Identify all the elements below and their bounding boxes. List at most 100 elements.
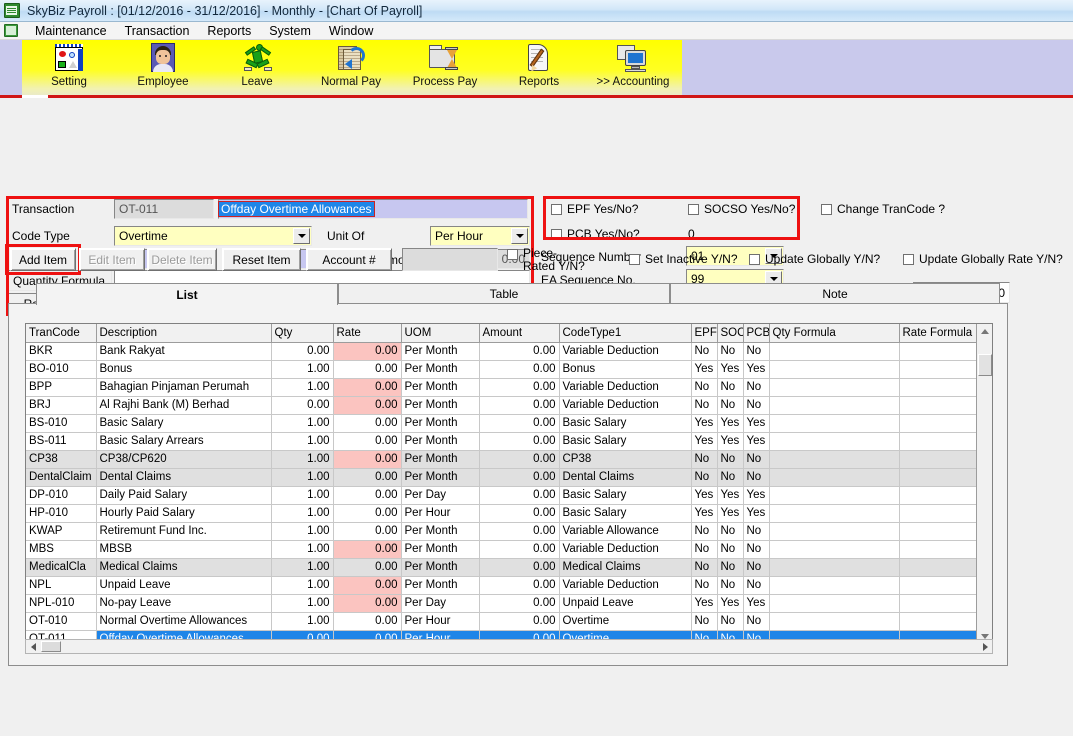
cell-rate[interactable]: 0.00 <box>333 360 402 379</box>
cell-qty_formula[interactable] <box>769 504 900 523</box>
cell-qty_formula[interactable] <box>769 486 900 505</box>
cell-pcb[interactable]: Yes <box>743 486 770 505</box>
cell-amount[interactable]: 0.00 <box>479 468 560 487</box>
cell-soc[interactable]: No <box>717 612 744 631</box>
cell-description[interactable]: Basic Salary Arrears <box>96 432 272 451</box>
column-header-qty-formula[interactable]: Qty Formula <box>769 324 900 343</box>
cell-rate[interactable]: 0.00 <box>333 432 402 451</box>
cell-rate[interactable]: 0.00 <box>333 576 402 595</box>
socso-checkbox-row[interactable]: SOCSO Yes/No? <box>688 202 795 216</box>
cell-qty[interactable]: 1.00 <box>271 522 334 541</box>
edit-item-button[interactable]: Edit Item <box>79 248 145 271</box>
cell-soc[interactable]: Yes <box>717 360 744 379</box>
cell-description[interactable]: Bahagian Pinjaman Perumah <box>96 378 272 397</box>
socso-checkbox[interactable] <box>688 203 699 215</box>
cell-trancode[interactable]: HP-010 <box>26 504 97 523</box>
cell-codetype1[interactable]: CP38 <box>559 450 692 469</box>
cell-rate[interactable]: 0.00 <box>333 378 402 397</box>
cell-rate_formula[interactable] <box>899 576 978 595</box>
cell-qty_formula[interactable] <box>769 558 900 577</box>
cell-pcb[interactable]: No <box>743 378 770 397</box>
column-header-description[interactable]: Description <box>96 324 272 343</box>
transaction-code-field[interactable]: OT-011 <box>114 199 214 219</box>
cell-codetype1[interactable]: Unpaid Leave <box>559 594 692 613</box>
cell-rate[interactable]: 0.00 <box>333 450 402 469</box>
cell-soc[interactable]: No <box>717 378 744 397</box>
cell-epf[interactable]: No <box>691 378 718 397</box>
table-row[interactable]: NPL-010 No-pay Leave 1.00 0.00 Per Day 0.00 Un… <box>26 594 978 613</box>
cell-codetype1[interactable]: Dental Claims <box>559 468 692 487</box>
cell-qty[interactable]: 1.00 <box>271 414 334 433</box>
cell-description[interactable]: Bank Rakyat <box>96 342 272 361</box>
cell-epf[interactable]: Yes <box>691 504 718 523</box>
cell-pcb[interactable]: No <box>743 468 770 487</box>
table-row[interactable]: OT-010 Normal Overtime Allowances 1.00 0.00… <box>26 612 978 631</box>
cell-qty_formula[interactable] <box>769 522 900 541</box>
cell-soc[interactable]: No <box>717 468 744 487</box>
cell-rate[interactable]: 0.00 <box>333 396 402 415</box>
cell-rate[interactable]: 0.00 <box>333 522 402 541</box>
cell-description[interactable]: Retiremunt Fund Inc. <box>96 522 272 541</box>
scroll-left-arrow-icon[interactable] <box>26 640 40 653</box>
cell-qty_formula[interactable] <box>769 468 900 487</box>
table-row[interactable]: CP38 CP38/CP620 1.00 0.00 Per Month 0.00 CP38 N… <box>26 450 978 469</box>
cell-codetype1[interactable]: Variable Deduction <box>559 396 692 415</box>
cell-uom[interactable]: Per Month <box>401 576 480 595</box>
cell-rate_formula[interactable] <box>899 450 978 469</box>
toolbar-button-employee[interactable]: Employee <box>116 40 210 95</box>
table-row[interactable]: BKR Bank Rakyat 0.00 0.00 Per Month 0.00 Varia… <box>26 342 978 361</box>
cell-amount[interactable]: 0.00 <box>479 504 560 523</box>
cell-epf[interactable]: No <box>691 522 718 541</box>
cell-uom[interactable]: Per Month <box>401 342 480 361</box>
cell-qty_formula[interactable] <box>769 594 900 613</box>
tab-list[interactable]: List <box>36 283 338 305</box>
cell-codetype1[interactable]: Variable Deduction <box>559 540 692 559</box>
column-header-amount[interactable]: Amount <box>479 324 560 343</box>
grid-vertical-scrollbar[interactable] <box>976 324 992 642</box>
cell-amount[interactable]: 0.00 <box>479 576 560 595</box>
cell-soc[interactable]: Yes <box>717 504 744 523</box>
cell-rate_formula[interactable] <box>899 342 978 361</box>
cell-amount[interactable]: 0.00 <box>479 342 560 361</box>
cell-qty[interactable]: 1.00 <box>271 540 334 559</box>
cell-qty[interactable]: 1.00 <box>271 486 334 505</box>
cell-rate_formula[interactable] <box>899 414 978 433</box>
cell-codetype1[interactable]: Basic Salary <box>559 504 692 523</box>
table-row[interactable]: BPP Bahagian Pinjaman Perumah 1.00 0.00 Per … <box>26 378 978 397</box>
cell-pcb[interactable]: No <box>743 540 770 559</box>
cell-qty[interactable]: 1.00 <box>271 432 334 451</box>
column-header-uom[interactable]: UOM <box>401 324 480 343</box>
update-globally-rate-checkbox-row[interactable]: Update Globally Rate Y/N? <box>903 252 1063 266</box>
column-header-codetype1[interactable]: CodeType1 <box>559 324 692 343</box>
cell-rate[interactable]: 0.00 <box>333 468 402 487</box>
cell-soc[interactable]: No <box>717 522 744 541</box>
cell-rate_formula[interactable] <box>899 432 978 451</box>
cell-rate[interactable]: 0.00 <box>333 540 402 559</box>
cell-description[interactable]: Al Rajhi Bank (M) Berhad <box>96 396 272 415</box>
cell-description[interactable]: Hourly Paid Salary <box>96 504 272 523</box>
tab-note[interactable]: Note <box>670 283 1000 303</box>
cell-description[interactable]: Normal Overtime Allowances <box>96 612 272 631</box>
cell-qty[interactable]: 0.00 <box>271 342 334 361</box>
toolbar-button-accounting[interactable]: >> Accounting <box>586 40 680 95</box>
cell-soc[interactable]: No <box>717 558 744 577</box>
column-header-epf[interactable]: EPF <box>691 324 718 343</box>
cell-rate[interactable]: 0.00 <box>333 594 402 613</box>
delete-item-button[interactable]: Delete Item <box>147 248 217 271</box>
cell-rate[interactable]: 0.00 <box>333 486 402 505</box>
update-globally-checkbox[interactable] <box>749 253 760 265</box>
epf-checkbox[interactable] <box>551 203 562 215</box>
cell-soc[interactable]: Yes <box>717 432 744 451</box>
cell-uom[interactable]: Per Month <box>401 396 480 415</box>
cell-trancode[interactable]: DP-010 <box>26 486 97 505</box>
toolbar-button-process-pay[interactable]: Process Pay <box>398 40 492 95</box>
cell-codetype1[interactable]: Variable Allowance <box>559 522 692 541</box>
payroll-data-grid[interactable]: TranCode Description Qty Rate UOM Amount… <box>25 323 993 643</box>
cell-trancode[interactable]: BRJ <box>26 396 97 415</box>
cell-rate[interactable]: 0.00 <box>333 342 402 361</box>
set-inactive-checkbox-row[interactable]: Set Inactive Y/N? <box>629 252 738 266</box>
table-row[interactable]: BS-010 Basic Salary 1.00 0.00 Per Month 0.00 B… <box>26 414 978 433</box>
code-type-select[interactable]: Overtime <box>114 226 312 246</box>
account-number-field[interactable] <box>402 248 498 271</box>
pcb-checkbox[interactable] <box>551 228 562 240</box>
